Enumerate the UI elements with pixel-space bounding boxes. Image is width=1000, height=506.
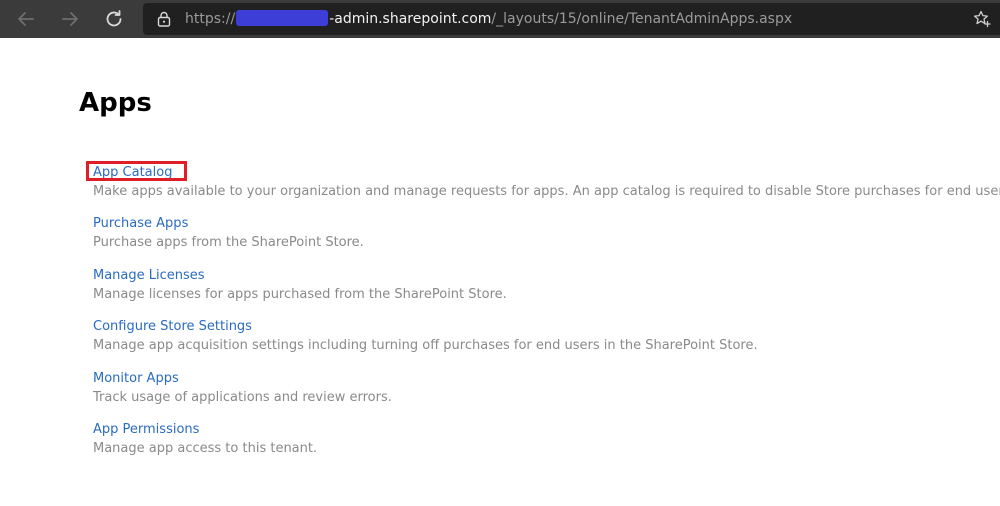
app-item-description: Manage app acquisition settings includin… — [93, 338, 758, 354]
app-item-description: Manage licenses for apps purchased from … — [93, 286, 507, 302]
arrow-left-icon — [18, 12, 34, 26]
url-scheme: https:// — [185, 11, 236, 27]
address-bar[interactable]: https:// -admin.sharepoint.com/_layouts/1… — [143, 3, 1000, 35]
configure-store-settings-link[interactable]: Configure Store Settings — [93, 317, 983, 336]
app-item-manage-licenses: Manage Licenses Manage licenses for apps… — [93, 266, 983, 317]
star-plus-icon[interactable] — [972, 9, 992, 29]
purchase-apps-link[interactable]: Purchase Apps — [93, 214, 983, 233]
refresh-button[interactable] — [102, 7, 126, 31]
lock-icon — [157, 11, 171, 27]
app-item-app-catalog: App Catalog Make apps available to your … — [93, 163, 1000, 214]
apps-list: App Catalog Make apps available to your … — [93, 163, 1000, 471]
url-path: /_layouts/15/online/TenantAdminApps.aspx — [491, 11, 793, 27]
url-text[interactable]: https:// -admin.sharepoint.com/_layouts/1… — [185, 10, 792, 28]
app-item-purchase-apps: Purchase Apps Purchase apps from the Sha… — [93, 214, 983, 265]
page-title: Apps — [79, 88, 152, 118]
app-catalog-link[interactable]: App Catalog — [93, 163, 983, 182]
browser-toolbar: https:// -admin.sharepoint.com/_layouts/1… — [0, 0, 1000, 38]
manage-licenses-link[interactable]: Manage Licenses — [93, 266, 983, 285]
url-domain: -admin.sharepoint.com — [329, 11, 492, 27]
app-item-monitor-apps: Monitor Apps Track usage of applications… — [93, 369, 983, 420]
app-item-description: Purchase apps from the SharePoint Store. — [93, 235, 364, 251]
monitor-apps-link[interactable]: Monitor Apps — [93, 369, 983, 388]
app-item-app-permissions: App Permissions Manage app access to thi… — [93, 420, 983, 471]
forward-button[interactable] — [58, 7, 82, 31]
url-redaction — [236, 10, 329, 26]
back-button[interactable] — [14, 7, 38, 31]
app-item-description: Manage app access to this tenant. — [93, 440, 318, 456]
arrow-right-icon — [62, 12, 78, 26]
app-item-configure-store-settings: Configure Store Settings Manage app acqu… — [93, 317, 983, 368]
app-permissions-link[interactable]: App Permissions — [93, 420, 983, 439]
app-item-description: Make apps available to your organization… — [93, 184, 1000, 199]
app-item-description: Track usage of applications and review e… — [93, 389, 392, 405]
refresh-icon — [106, 10, 122, 27]
